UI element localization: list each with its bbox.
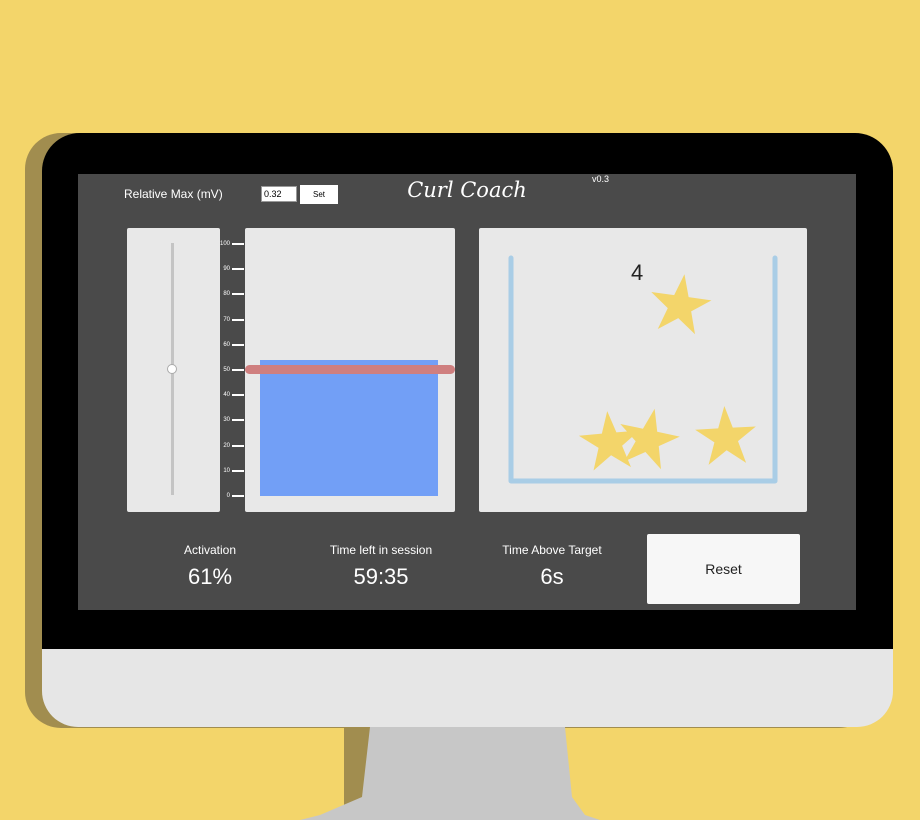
tick-label: 70 [223, 316, 230, 323]
tick-label: 10 [223, 467, 230, 474]
set-button[interactable]: Set [300, 185, 338, 204]
jar-panel: 4 [479, 228, 807, 512]
gauge-scale: 100 90 80 70 60 50 40 30 20 10 0 [220, 228, 246, 512]
monitor-stand [300, 727, 600, 820]
app-title: Curl Coach [407, 178, 527, 202]
time-left-value: 59:35 [353, 564, 409, 589]
tick-mark [232, 495, 244, 497]
tick-label: 0 [226, 493, 230, 499]
activation-label: Activation [183, 543, 237, 557]
star-icon [578, 411, 640, 471]
app-screen: Relative Max (mV) Set Curl Coach v0.3 10… [78, 174, 856, 610]
tick-label: 50 [223, 367, 230, 373]
time-above-label: Time Above Target [502, 543, 602, 557]
tick-mark [232, 343, 244, 346]
tick-mark [232, 419, 244, 422]
tick-mark [232, 444, 244, 447]
tick-label: 90 [223, 266, 230, 273]
tick-mark [232, 268, 244, 271]
gauge-panel [245, 228, 455, 512]
tick-label: 30 [223, 417, 230, 424]
version-label: v0.3 [592, 174, 610, 184]
tick-label: 100 [220, 241, 231, 247]
star-icon [695, 406, 756, 465]
time-above-value: 6s [540, 564, 564, 589]
tick-label: 20 [223, 442, 230, 449]
tick-mark [232, 243, 244, 245]
tick-label: 60 [223, 341, 230, 348]
slider-panel [127, 228, 220, 512]
slider-thumb[interactable] [167, 364, 177, 374]
activation-bar [260, 359, 438, 496]
reset-button[interactable]: Reset [647, 534, 800, 604]
relative-max-input[interactable] [261, 186, 297, 202]
tick-mark [232, 318, 244, 321]
star-icon [651, 274, 712, 335]
star-count: 4 [631, 260, 644, 285]
time-left-label: Time left in session [329, 543, 433, 557]
activation-value: 61% [187, 564, 233, 589]
tick-mark [232, 469, 244, 472]
tick-mark [232, 369, 244, 371]
tick-mark [232, 293, 244, 296]
tick-label: 40 [223, 392, 230, 399]
monitor-chin [42, 649, 893, 727]
relative-max-label: Relative Max (mV) [124, 187, 223, 201]
target-line[interactable] [245, 365, 455, 374]
tick-label: 80 [223, 291, 230, 298]
tick-mark [232, 394, 244, 397]
